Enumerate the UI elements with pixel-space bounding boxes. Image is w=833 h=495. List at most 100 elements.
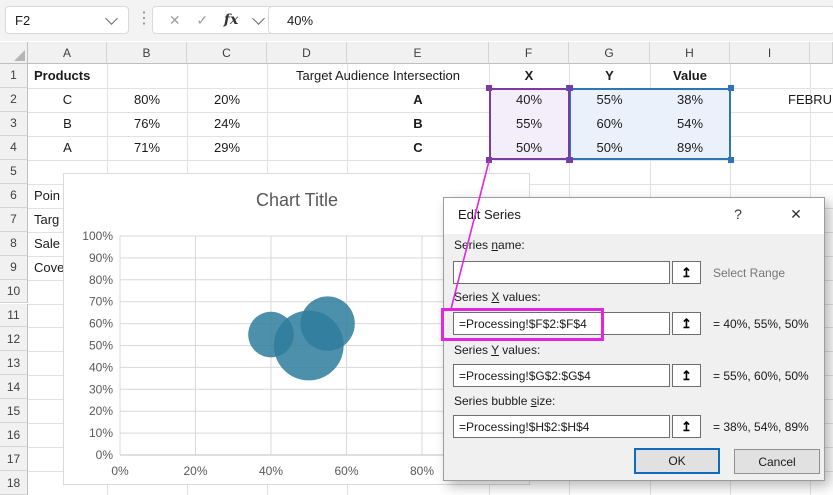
- row-header-14[interactable]: 14: [0, 375, 28, 399]
- collapse-dialog-icon[interactable]: ↥: [672, 415, 701, 438]
- cell-H2[interactable]: 38%: [650, 88, 730, 112]
- cell-B3[interactable]: 76%: [107, 112, 187, 136]
- row-header-3[interactable]: 3: [0, 112, 28, 136]
- cell-A2[interactable]: C: [28, 88, 107, 112]
- row-header-13[interactable]: 13: [0, 351, 28, 375]
- bubble-point: [274, 311, 344, 381]
- cell-F4[interactable]: 50%: [489, 136, 569, 160]
- row-header-5[interactable]: 5: [0, 160, 28, 184]
- ok-button[interactable]: OK: [634, 448, 720, 474]
- svg-text:20%: 20%: [183, 464, 207, 478]
- row-header-12[interactable]: 12: [0, 327, 28, 351]
- dialog-titlebar[interactable]: Edit Series ? ✕: [444, 198, 824, 234]
- cell-H1[interactable]: Value: [650, 64, 730, 88]
- cell-G1[interactable]: Y: [569, 64, 650, 88]
- column-header-A[interactable]: A: [28, 42, 107, 64]
- row-header-16[interactable]: 16: [0, 423, 28, 447]
- row-header-18[interactable]: 18: [0, 471, 28, 495]
- cell-E3[interactable]: B: [347, 112, 489, 136]
- cancel-button[interactable]: Cancel: [734, 449, 820, 474]
- row-header-8[interactable]: 8: [0, 232, 28, 256]
- chevron-down-icon[interactable]: [252, 12, 265, 25]
- chevron-down-icon[interactable]: [105, 12, 118, 25]
- svg-text:0%: 0%: [96, 448, 114, 462]
- drag-dots-icon: ⋮: [136, 8, 152, 28]
- field-label: Series name:: [454, 238, 525, 252]
- cell-G4[interactable]: 50%: [569, 136, 650, 160]
- field-input[interactable]: [453, 261, 670, 284]
- resolved-values: = 38%, 54%, 89%: [713, 420, 809, 434]
- cell-B4[interactable]: 71%: [107, 136, 187, 160]
- svg-text:60%: 60%: [334, 464, 358, 478]
- cell-F1[interactable]: X: [489, 64, 569, 88]
- row-header-2[interactable]: 2: [0, 88, 28, 112]
- svg-text:60%: 60%: [89, 317, 113, 331]
- resolved-values: = 55%, 60%, 50%: [713, 369, 809, 383]
- cell-E4[interactable]: C: [347, 136, 489, 160]
- row-header-10[interactable]: 10: [0, 280, 28, 304]
- svg-text:90%: 90%: [89, 251, 113, 265]
- name-box[interactable]: F2: [5, 6, 129, 34]
- dialog-title: Edit Series: [458, 207, 521, 222]
- column-header-D[interactable]: D: [267, 42, 347, 64]
- cell-E2[interactable]: A: [347, 88, 489, 112]
- confirm-entry-icon[interactable]: ✓: [196, 12, 208, 29]
- cell-F3[interactable]: 55%: [489, 112, 569, 136]
- resolved-values: = 40%, 55%, 50%: [713, 317, 809, 331]
- row-header-9[interactable]: 9: [0, 256, 28, 280]
- column-header-H[interactable]: H: [650, 42, 730, 64]
- cell-H4[interactable]: 89%: [650, 136, 730, 160]
- excel-window: F2 ⋮ ✕ ✓ fx 40% ABCDEFGHI123456789101112…: [0, 0, 833, 495]
- row-header-15[interactable]: 15: [0, 399, 28, 423]
- cell-C3[interactable]: 24%: [187, 112, 267, 136]
- column-header-F[interactable]: F: [489, 42, 569, 64]
- svg-text:0%: 0%: [111, 464, 129, 478]
- cell-A3[interactable]: B: [28, 112, 107, 136]
- cell-A1[interactable]: Products: [28, 64, 107, 88]
- select-range-hint: Select Range: [713, 266, 785, 280]
- insert-function-icon[interactable]: fx: [224, 12, 238, 28]
- select-all-corner[interactable]: [0, 42, 28, 64]
- collapse-dialog-icon[interactable]: ↥: [672, 312, 701, 335]
- cell-F2[interactable]: 40%: [489, 88, 569, 112]
- close-icon[interactable]: ✕: [786, 206, 806, 223]
- svg-text:80%: 80%: [89, 273, 113, 287]
- cell-B2[interactable]: 80%: [107, 88, 187, 112]
- cell-C2[interactable]: 20%: [187, 88, 267, 112]
- cell-A4[interactable]: A: [28, 136, 107, 160]
- field-label: Series Y values:: [454, 343, 540, 357]
- field-input[interactable]: =Processing!$G$2:$G$4: [453, 364, 670, 387]
- collapse-dialog-icon[interactable]: ↥: [672, 364, 701, 387]
- svg-text:40%: 40%: [89, 360, 113, 374]
- column-header-G[interactable]: G: [569, 42, 650, 64]
- row-header-11[interactable]: 11: [0, 304, 28, 328]
- row-header-6[interactable]: 6: [0, 184, 28, 208]
- column-header-partial[interactable]: [810, 42, 833, 64]
- column-header-I[interactable]: I: [730, 42, 810, 64]
- column-header-B[interactable]: B: [107, 42, 187, 64]
- svg-text:20%: 20%: [89, 404, 113, 418]
- field-label: Series X values:: [454, 290, 541, 304]
- column-header-E[interactable]: E: [347, 42, 489, 64]
- row-header-1[interactable]: 1: [0, 64, 28, 88]
- collapse-dialog-icon[interactable]: ↥: [672, 261, 701, 284]
- svg-text:100%: 100%: [82, 229, 113, 243]
- field-input[interactable]: =Processing!$H$2:$H$4: [453, 415, 670, 438]
- formula-actions: ✕ ✓ fx: [152, 6, 280, 34]
- svg-text:70%: 70%: [89, 295, 113, 309]
- cell-C4[interactable]: 29%: [187, 136, 267, 160]
- cell-D1[interactable]: Target Audience Intersection: [267, 64, 489, 88]
- cell-G3[interactable]: 60%: [569, 112, 650, 136]
- column-header-C[interactable]: C: [187, 42, 267, 64]
- cell-G2[interactable]: 55%: [569, 88, 650, 112]
- svg-text:30%: 30%: [89, 382, 113, 396]
- cancel-entry-icon[interactable]: ✕: [169, 12, 181, 29]
- formula-input[interactable]: 40%: [268, 6, 833, 34]
- row-header-4[interactable]: 4: [0, 136, 28, 160]
- cell-H3[interactable]: 54%: [650, 112, 730, 136]
- cell-overflow-text: FEBRU: [788, 92, 832, 107]
- row-header-7[interactable]: 7: [0, 208, 28, 232]
- help-icon[interactable]: ?: [728, 206, 748, 222]
- row-header-17[interactable]: 17: [0, 447, 28, 471]
- field-input[interactable]: =Processing!$F$2:$F$4: [453, 312, 670, 335]
